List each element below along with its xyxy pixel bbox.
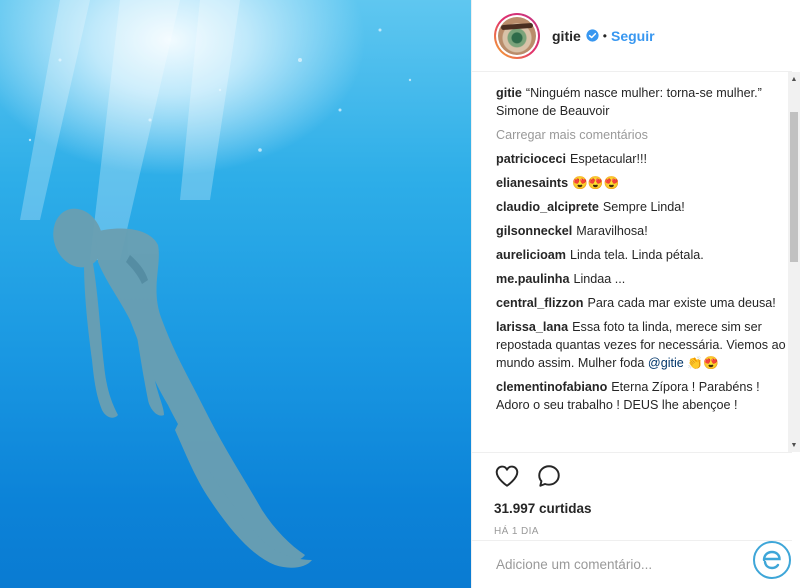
load-more-comments-button[interactable]: Carregar mais comentários xyxy=(496,126,786,144)
comments-scrollbar[interactable]: ▲ ▼ xyxy=(788,72,800,452)
comment-emoji: 👏😍 xyxy=(687,356,719,370)
comments-list[interactable]: gitie “Ninguém nasce mulher: torna-se mul… xyxy=(496,84,786,452)
watermark-logo-icon xyxy=(753,541,791,579)
caption-text: “Ninguém nasce mulher: torna-se mulher.”… xyxy=(496,86,762,118)
comment-text: Linda tela. Linda pétala. xyxy=(570,248,704,262)
comment-username[interactable]: gilsonneckel xyxy=(496,224,572,238)
comment-username[interactable]: aurelicioam xyxy=(496,248,566,262)
comment-username[interactable]: me.paulinha xyxy=(496,272,569,286)
list-item: elianesaints 😍😍😍 xyxy=(496,174,786,192)
avatar-image xyxy=(498,16,536,55)
comment-username[interactable]: larissa_lana xyxy=(496,320,568,334)
comment-username[interactable]: central_flizzon xyxy=(496,296,583,310)
list-item: central_flizzon Para cada mar existe uma … xyxy=(496,294,786,312)
list-item: me.paulinha Lindaa ... xyxy=(496,270,786,288)
comment-mention-link[interactable]: @gitie xyxy=(648,356,684,370)
comment-text: Maravilhosa! xyxy=(576,224,648,238)
list-item: claudio_alciprete Sempre Linda! xyxy=(496,198,786,216)
comment-username[interactable]: patricioceci xyxy=(496,152,566,166)
likes-count[interactable]: 31.997 curtidas xyxy=(494,501,792,516)
follow-button[interactable]: Seguir xyxy=(611,28,655,44)
separator-dot: • xyxy=(602,28,607,43)
comment-text: Sempre Linda! xyxy=(602,200,685,214)
comment-input[interactable] xyxy=(496,557,716,572)
comment-icon[interactable] xyxy=(536,463,562,489)
scrollbar-thumb[interactable] xyxy=(790,112,798,262)
post-details-panel: gitie • Seguir gitie “Ninguém nasce mulhe… xyxy=(471,0,800,588)
comment-username[interactable]: elianesaints xyxy=(496,176,568,190)
scroll-up-arrow-icon[interactable]: ▲ xyxy=(788,72,800,86)
avatar-frame xyxy=(496,14,538,57)
list-item: clementinofabiano Eterna Zípora ! Parabén… xyxy=(496,378,786,414)
post-author-username[interactable]: gitie xyxy=(552,28,581,44)
comment-text: Espetacular!!! xyxy=(570,152,648,166)
scroll-down-arrow-icon[interactable]: ▼ xyxy=(788,438,800,452)
add-comment-bar xyxy=(472,540,792,588)
comment-username[interactable]: claudio_alciprete xyxy=(496,200,599,214)
comment-text: 😍😍😍 xyxy=(572,176,620,190)
comment-username[interactable]: clementinofabiano xyxy=(496,380,607,394)
post-photo[interactable] xyxy=(0,0,471,588)
list-item: patricioceci Espetacular!!! xyxy=(496,150,786,168)
avatar[interactable] xyxy=(494,12,540,59)
action-icons xyxy=(494,461,792,491)
list-item: aurelicioam Linda tela. Linda pétala. xyxy=(496,246,786,264)
post-header: gitie • Seguir xyxy=(472,0,792,72)
list-item: larissa_lana Essa foto ta linda, merece s… xyxy=(496,318,786,372)
caption: gitie “Ninguém nasce mulher: torna-se mul… xyxy=(496,84,786,120)
verified-badge-icon xyxy=(586,29,599,42)
post-timestamp: HÁ 1 DIA xyxy=(494,526,539,537)
underwater-figure-image xyxy=(20,0,412,568)
heart-icon[interactable] xyxy=(494,463,520,489)
comment-text: Para cada mar existe uma deusa! xyxy=(587,296,776,310)
caption-username[interactable]: gitie xyxy=(496,86,522,100)
list-item: gilsonneckel Maravilhosa! xyxy=(496,222,786,240)
comment-text: Lindaa ... xyxy=(573,272,626,286)
post-actions: 31.997 curtidas HÁ 1 DIA xyxy=(472,452,792,537)
